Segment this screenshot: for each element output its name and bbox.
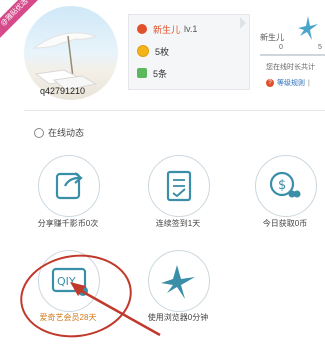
- side-level-name: 新生儿: [260, 33, 284, 42]
- divider: [24, 110, 325, 111]
- coins-activity-button[interactable]: $: [255, 155, 317, 217]
- username: q42791210: [40, 86, 86, 96]
- profile-info-panel: 新生儿 lv.1 5枚 5条: [128, 14, 250, 90]
- level-value: lv.1: [184, 24, 198, 34]
- rules-row: ? 等级规则 |: [266, 78, 313, 88]
- help-icon: ?: [266, 79, 274, 87]
- online-time-note: 您在线时长共计: [266, 64, 315, 71]
- message-icon: [137, 68, 147, 78]
- checklist-icon: [166, 170, 192, 202]
- membership-icon: QIY: [51, 267, 88, 296]
- level-bird-icon: [298, 16, 318, 40]
- coins-row[interactable]: 5枚: [137, 41, 169, 61]
- level-row[interactable]: 新生儿 lv.1: [137, 19, 197, 39]
- separator: |: [308, 79, 310, 87]
- expand-arrow-icon[interactable]: [240, 17, 246, 29]
- share-activity-label: 分享赚千影币0次: [37, 219, 99, 228]
- coin-exchange-icon: $: [269, 171, 301, 198]
- coins-activity-label: 今日获取0币: [262, 219, 308, 228]
- share-activity-button[interactable]: [38, 155, 100, 217]
- section-title-text: 在线动态: [48, 128, 85, 138]
- signin-activity-label: 连续签到1天: [155, 219, 201, 228]
- section-title: 在线动态: [34, 126, 84, 139]
- coins-value: 5枚: [155, 46, 170, 57]
- share-icon: [55, 172, 83, 200]
- svg-text:QIY: QIY: [57, 275, 76, 288]
- level-badge-icon: [137, 24, 147, 34]
- membership-activity-label: 爱奇艺会员28天: [39, 313, 97, 322]
- progress-start-value: 0: [279, 44, 283, 51]
- messages-value: 5条: [153, 68, 168, 79]
- level-name: 新生儿: [153, 24, 181, 35]
- progress-end-value: 5: [318, 44, 322, 51]
- messages-row[interactable]: 5条: [137, 63, 167, 83]
- browser-bird-icon: [161, 265, 195, 299]
- browser-activity-label: 使用浏览器0分钟: [147, 313, 209, 322]
- clock-icon: [34, 127, 44, 138]
- signin-activity-button[interactable]: [148, 155, 210, 217]
- level-progress-bar: [260, 54, 325, 56]
- coin-icon: [137, 45, 149, 57]
- svg-text:$: $: [278, 178, 286, 193]
- browser-activity-button[interactable]: [148, 250, 210, 312]
- rules-link[interactable]: 等级规则: [277, 78, 305, 88]
- membership-activity-button[interactable]: QIY: [38, 250, 100, 312]
